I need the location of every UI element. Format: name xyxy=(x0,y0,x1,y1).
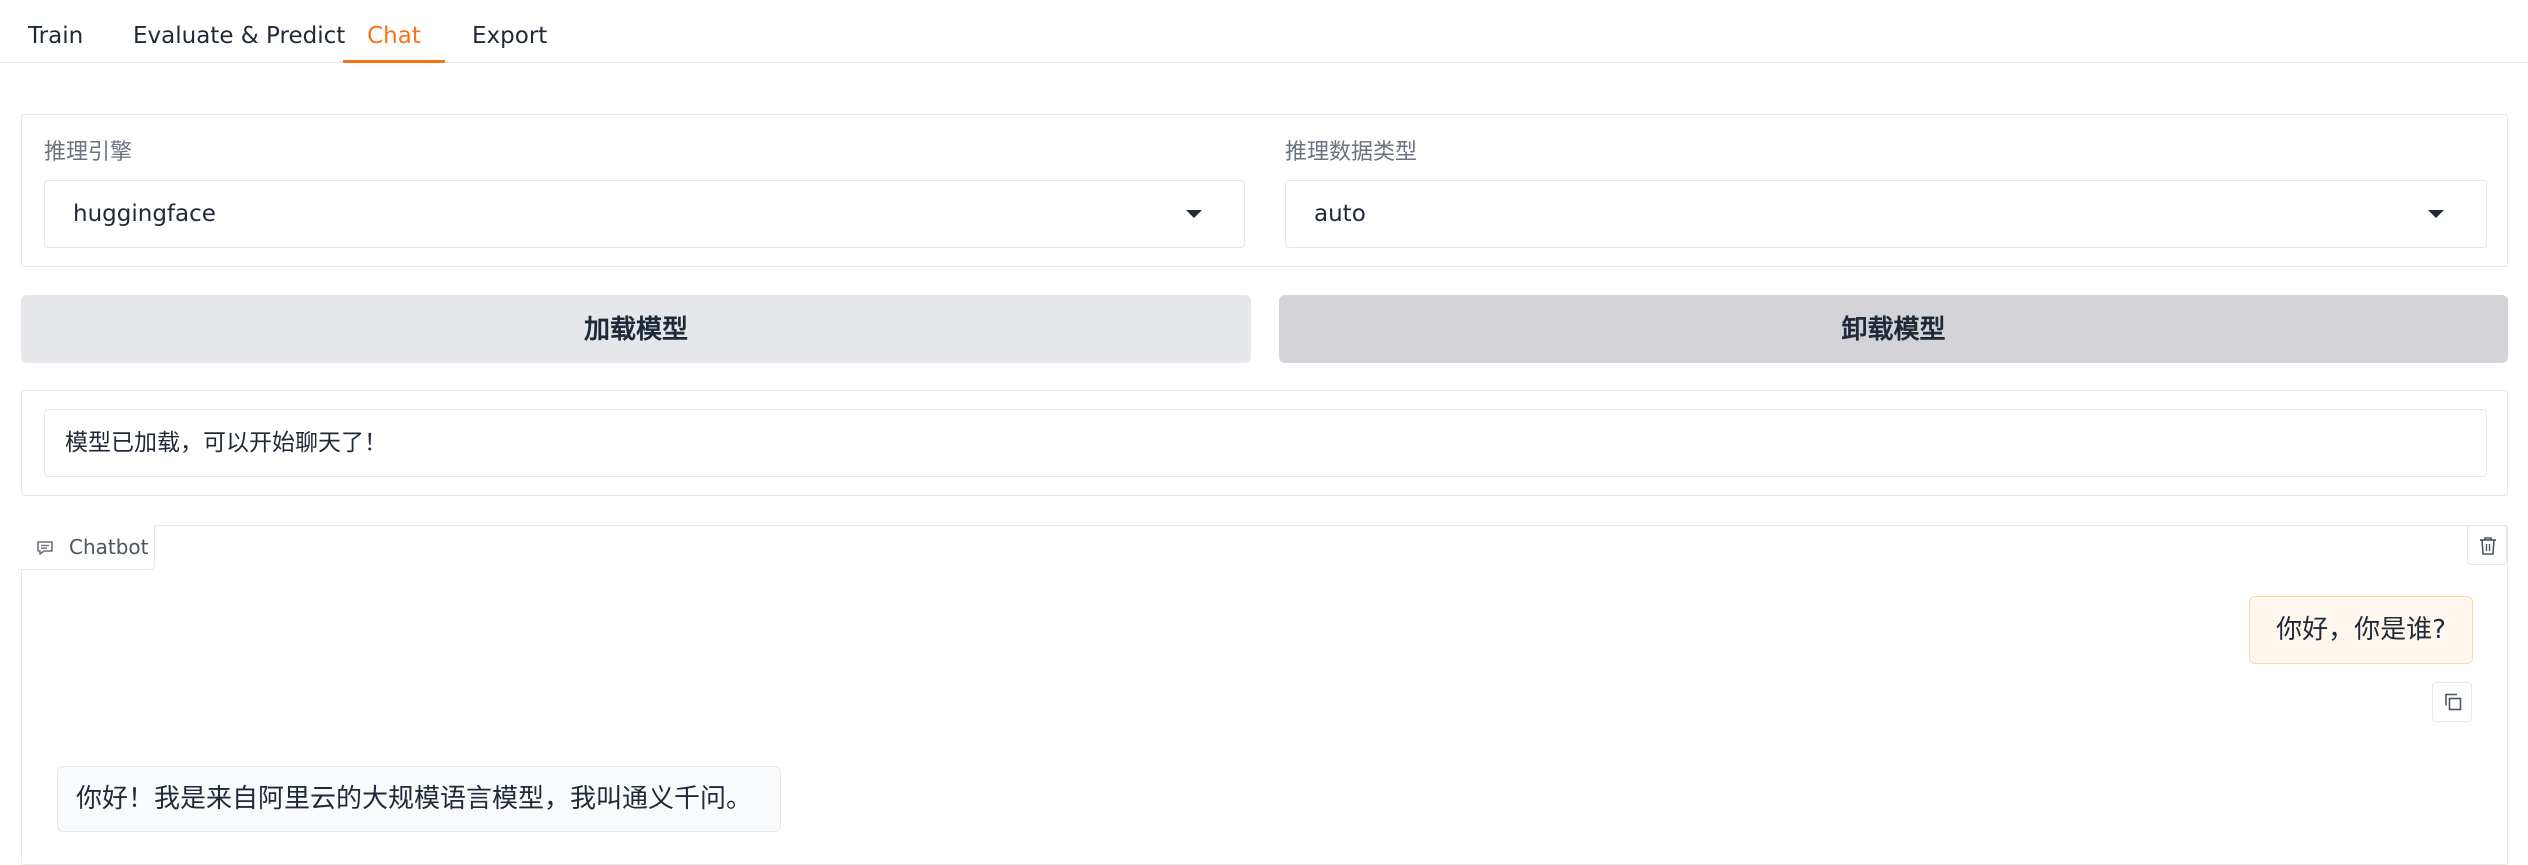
tab-train[interactable]: Train xyxy=(18,0,93,63)
chevron-down-icon xyxy=(1186,210,1202,218)
trash-icon xyxy=(2480,537,2496,555)
chat-message-user: 你好，你是谁? xyxy=(2249,596,2473,664)
copy-icon xyxy=(2445,693,2462,711)
unload-model-button[interactable]: 卸载模型 xyxy=(1279,295,2508,363)
engine-label: 推理引擎 xyxy=(44,140,133,165)
dtype-value: auto xyxy=(1314,201,1366,227)
tab-bar: Train Evaluate & Predict Chat Export xyxy=(0,0,2528,63)
dtype-label: 推理数据类型 xyxy=(1285,140,1418,165)
copy-message-button[interactable] xyxy=(2432,682,2472,722)
tab-evaluate-predict[interactable]: Evaluate & Predict xyxy=(123,0,355,63)
tab-export[interactable]: Export xyxy=(462,0,557,63)
chatbot-label-tag: Chatbot xyxy=(21,525,155,570)
clear-chat-button[interactable] xyxy=(2467,525,2507,565)
load-model-button[interactable]: 加载模型 xyxy=(21,295,1251,363)
status-textbox[interactable]: 模型已加载，可以开始聊天了！ xyxy=(44,409,2487,477)
tab-chat[interactable]: Chat xyxy=(343,0,445,63)
chat-bubble-icon xyxy=(35,538,55,562)
engine-value: huggingface xyxy=(73,201,216,227)
dtype-dropdown[interactable]: auto xyxy=(1285,180,2487,248)
engine-dropdown[interactable]: huggingface xyxy=(44,180,1245,248)
chat-message-assistant: 你好！我是来自阿里云的大规模语言模型，我叫通义千问。 xyxy=(57,766,781,832)
chevron-down-icon xyxy=(2428,210,2444,218)
chatbot-label: Chatbot xyxy=(69,535,149,559)
